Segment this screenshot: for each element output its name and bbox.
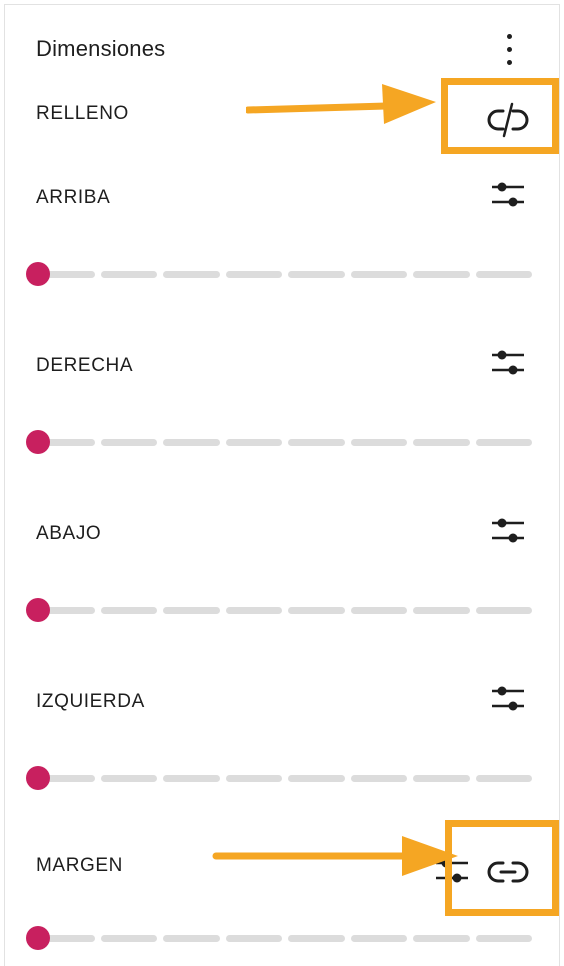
slider-track-segment	[163, 271, 220, 278]
options-menu-icon[interactable]	[498, 32, 522, 68]
slider-track-segment	[475, 775, 532, 782]
slider-track-segment	[350, 439, 407, 446]
slider-track-segment	[288, 775, 345, 782]
slider-track-segment	[288, 271, 345, 278]
sliders-icon[interactable]	[490, 180, 526, 215]
slider-track-segment	[225, 271, 282, 278]
slider-track-segment	[350, 775, 407, 782]
slider-track-segment	[288, 935, 345, 942]
sliders-icon[interactable]	[490, 348, 526, 383]
slider-track-segment	[475, 439, 532, 446]
slider-track-segment	[413, 271, 470, 278]
slider-track-segment	[288, 439, 345, 446]
slider-track-segment	[225, 439, 282, 446]
slider-track-segment	[350, 935, 407, 942]
slider-track-segment	[163, 607, 220, 614]
side-label-left: IZQUIERDA	[36, 691, 145, 712]
slider-thumb[interactable]	[26, 430, 50, 454]
slider-thumb[interactable]	[26, 926, 50, 950]
annotation-arrow-icon	[244, 82, 436, 130]
slider-track-segment	[163, 935, 220, 942]
side-label-bottom: ABAJO	[36, 523, 102, 544]
padding-label: RELLENO	[36, 103, 129, 124]
slider-margin[interactable]	[26, 925, 536, 951]
slider-thumb[interactable]	[26, 262, 50, 286]
panel-title: Dimensiones	[36, 36, 166, 61]
slider-track-segment	[100, 775, 157, 782]
slider-track-segment	[475, 271, 532, 278]
slider-track-segment	[350, 607, 407, 614]
slider-track-segment	[350, 271, 407, 278]
slider-track-segment	[100, 607, 157, 614]
slider-track-segment	[163, 439, 220, 446]
slider-track-segment	[413, 775, 470, 782]
sliders-icon[interactable]	[490, 684, 526, 719]
slider-track-segment	[413, 607, 470, 614]
slider-track-segment	[225, 935, 282, 942]
slider-track-segment	[163, 775, 220, 782]
slider-track-segment	[475, 935, 532, 942]
annotation-highlight-box	[441, 78, 559, 154]
slider-track-segment	[225, 775, 282, 782]
slider-top[interactable]	[26, 261, 536, 287]
slider-thumb[interactable]	[26, 598, 50, 622]
slider-thumb[interactable]	[26, 766, 50, 790]
sliders-icon[interactable]	[490, 516, 526, 551]
slider-left[interactable]	[26, 765, 536, 791]
slider-track-segment	[100, 271, 157, 278]
slider-track-segment	[413, 439, 470, 446]
slider-track-segment	[475, 607, 532, 614]
slider-track-segment	[100, 439, 157, 446]
slider-track-segment	[100, 935, 157, 942]
slider-bottom[interactable]	[26, 597, 536, 623]
slider-track-segment	[413, 935, 470, 942]
side-label-right: DERECHA	[36, 355, 134, 376]
margin-label: MARGEN	[36, 855, 123, 876]
slider-right[interactable]	[26, 429, 536, 455]
annotation-highlight-box	[445, 820, 559, 916]
annotation-arrow-icon	[212, 834, 458, 878]
slider-track-segment	[288, 607, 345, 614]
side-label-top: ARRIBA	[36, 187, 111, 208]
slider-track-segment	[225, 607, 282, 614]
